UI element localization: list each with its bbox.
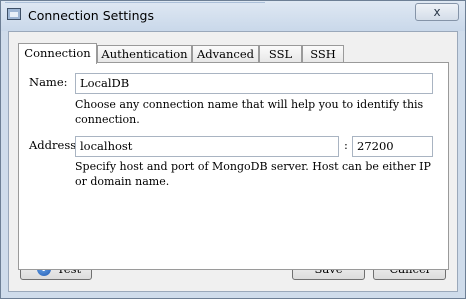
address-label: Address: [29, 138, 81, 152]
host-field[interactable]: localhost [75, 136, 339, 157]
tab-label: Advanced [196, 47, 255, 61]
close-button[interactable]: x [415, 3, 459, 21]
dialog-body: Connection Authentication Advanced SSL S… [8, 31, 458, 292]
tab-ssh[interactable]: SSH [302, 45, 344, 63]
name-field[interactable]: LocalDB [75, 73, 433, 94]
address-hint: Specify host and port of MongoDB server.… [75, 160, 431, 188]
connection-settings-window: Connection Settings x Connection Authent… [0, 0, 466, 299]
tab-ssl[interactable]: SSL [259, 45, 302, 63]
tab-authentication[interactable]: Authentication [97, 45, 192, 63]
connection-tab-panel: Name: LocalDB Choose any connection name… [18, 62, 449, 270]
tab-label: SSL [268, 47, 293, 61]
tab-label: Connection [24, 46, 91, 60]
tab-label: Authentication [101, 47, 188, 61]
window-title: Connection Settings [28, 8, 154, 23]
name-label: Name: [29, 75, 68, 89]
title-bar[interactable]: Connection Settings x [1, 1, 465, 31]
window-icon [7, 8, 21, 20]
port-separator: : [344, 138, 348, 152]
name-hint: Choose any connection name that will hel… [75, 98, 424, 126]
tab-label: SSH [310, 47, 336, 61]
background-artifact [5, 2, 265, 3]
port-field[interactable]: 27200 [352, 136, 433, 157]
tab-advanced[interactable]: Advanced [192, 45, 259, 63]
close-icon: x [433, 5, 441, 19]
tab-connection[interactable]: Connection [18, 43, 97, 64]
